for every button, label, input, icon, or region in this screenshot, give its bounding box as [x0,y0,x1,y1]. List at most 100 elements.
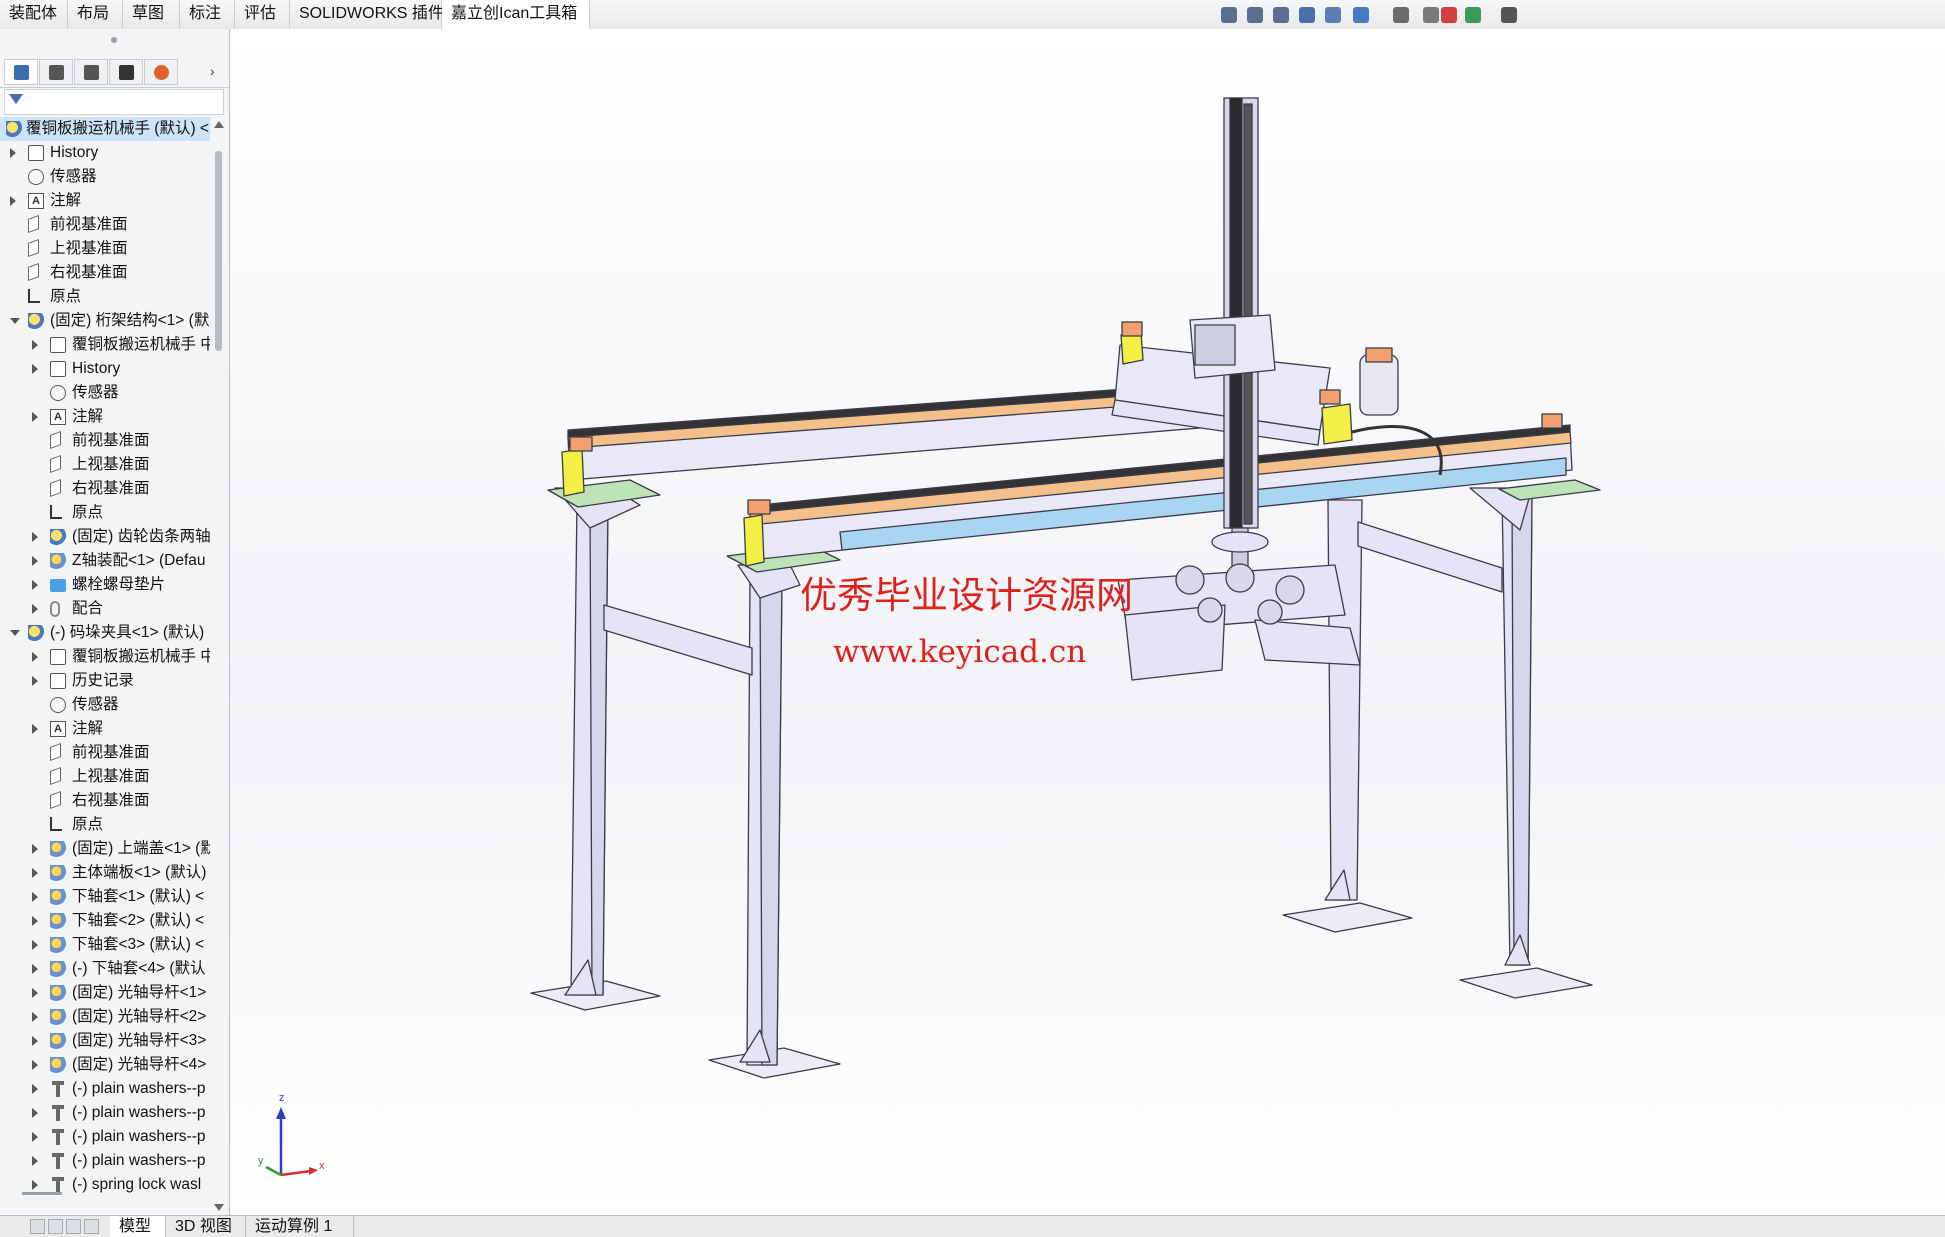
prev-tab-icon[interactable] [48,1219,63,1234]
tree-item[interactable]: 原点 [0,501,210,525]
tree-item[interactable]: (固定) 齿轮齿条两轴 [0,525,210,549]
gantry-robot-model[interactable] [230,29,1945,1215]
collapsed-arrow-icon[interactable] [32,556,38,566]
display-style-icon[interactable] [1390,4,1412,26]
scroll-up-arrow-icon[interactable] [214,121,224,128]
tree-item[interactable]: 原点 [0,813,210,837]
tree-filter[interactable] [4,89,224,115]
expanded-arrow-icon[interactable] [10,630,20,636]
collapsed-arrow-icon[interactable] [10,148,16,158]
tree-item[interactable]: 右视基准面 [0,477,210,501]
ribbon-tab-0[interactable]: 装配体 [0,0,68,28]
previous-view-icon[interactable] [1270,4,1292,26]
collapsed-arrow-icon[interactable] [32,1036,38,1046]
feature-manager-icon[interactable] [4,59,38,85]
collapsed-arrow-icon[interactable] [32,1084,38,1094]
collapsed-arrow-icon[interactable] [32,580,38,590]
dynamic-annotation-icon[interactable] [1322,4,1344,26]
collapsed-arrow-icon[interactable] [32,1012,38,1022]
tree-item[interactable]: 配合 [0,597,210,621]
scene-icon[interactable] [1462,4,1484,26]
tree-item[interactable]: (-) 码垛夹具<1> (默认) [0,621,210,645]
tree-item[interactable]: 下轴套<2> (默认) < [0,909,210,933]
scroll-down-arrow-icon[interactable] [214,1204,224,1211]
zoom-to-fit-icon[interactable] [1218,4,1240,26]
collapsed-arrow-icon[interactable] [32,604,38,614]
tree-item[interactable]: 下轴套<3> (默认) < [0,933,210,957]
tree-item[interactable]: 覆铜板搬运机械手 (默认) <默 [0,117,210,141]
collapsed-arrow-icon[interactable] [32,892,38,902]
tree-item[interactable]: (固定) 上端盖<1> (默 [0,837,210,861]
tree-item[interactable]: (固定) 光轴导杆<3> [0,1029,210,1053]
tree-item[interactable]: (固定) 桁架结构<1> (默 [0,309,210,333]
tree-item[interactable]: (固定) 光轴导杆<1> [0,981,210,1005]
tree-horizontal-scroll[interactable] [22,1192,62,1195]
tree-item[interactable]: 主体端板<1> (默认) [0,861,210,885]
tree-item[interactable]: 原点 [0,285,210,309]
edit-appearance-icon[interactable] [1438,4,1460,26]
zoom-area-icon[interactable] [1244,4,1266,26]
last-tab-icon[interactable] [84,1219,99,1234]
configuration-manager-icon[interactable] [74,59,108,85]
collapsed-arrow-icon[interactable] [32,916,38,926]
tree-item[interactable]: 前视基准面 [0,429,210,453]
tree-item[interactable]: 前视基准面 [0,741,210,765]
collapsed-arrow-icon[interactable] [32,1132,38,1142]
tree-item[interactable]: 右视基准面 [0,789,210,813]
collapse-handle[interactable] [111,37,117,43]
expanded-arrow-icon[interactable] [10,318,20,324]
ribbon-tab-6[interactable]: 嘉立创Ican工具箱 [442,0,590,29]
tree-item[interactable]: (-) plain washers--p [0,1077,210,1101]
collapsed-arrow-icon[interactable] [32,868,38,878]
tree-item[interactable]: 历史记录 [0,669,210,693]
collapsed-arrow-icon[interactable] [32,964,38,974]
collapsed-arrow-icon[interactable] [32,340,38,350]
ribbon-tab-1[interactable]: 布局 [68,0,123,28]
collapsed-arrow-icon[interactable] [32,532,38,542]
collapsed-arrow-icon[interactable] [32,364,38,374]
tree-item[interactable]: History [0,141,210,165]
view-orientation-icon[interactable] [1350,4,1372,26]
bottom-tab-2[interactable]: 运动算例 1 [246,1216,354,1237]
tree-item[interactable]: Z轴装配<1> (Defau [0,549,210,573]
first-tab-icon[interactable] [30,1219,45,1234]
tree-item[interactable]: 上视基准面 [0,453,210,477]
tree-item[interactable]: (-) plain washers--p [0,1149,210,1173]
collapsed-arrow-icon[interactable] [32,724,38,734]
next-tab-icon[interactable] [66,1219,81,1234]
collapsed-arrow-icon[interactable] [32,676,38,686]
collapsed-arrow-icon[interactable] [32,1156,38,1166]
tree-item[interactable]: A 注解 [0,717,210,741]
tree-item[interactable]: 覆铜板搬运机械手 中 [0,333,210,357]
collapsed-arrow-icon[interactable] [32,652,38,662]
tree-item[interactable]: A 注解 [0,189,210,213]
tree-item[interactable]: (固定) 光轴导杆<2> [0,1005,210,1029]
view-settings-icon[interactable] [1498,4,1520,26]
tree-item[interactable]: (固定) 光轴导杆<4> [0,1053,210,1077]
collapsed-arrow-icon[interactable] [32,940,38,950]
display-manager-icon[interactable] [144,59,178,85]
collapsed-arrow-icon[interactable] [32,412,38,422]
ribbon-tab-4[interactable]: 评估 [235,0,290,28]
bottom-tab-0[interactable]: 模型 [110,1216,166,1237]
tree-item[interactable]: 覆铜板搬运机械手 中 [0,645,210,669]
tree-item[interactable]: History [0,357,210,381]
collapsed-arrow-icon[interactable] [32,1060,38,1070]
tree-item[interactable]: 右视基准面 [0,261,210,285]
tree-item[interactable]: (-) plain washers--p [0,1125,210,1149]
tree-item[interactable]: 传感器 [0,693,210,717]
tree-item[interactable]: 下轴套<1> (默认) < [0,885,210,909]
ribbon-tab-2[interactable]: 草图 [123,0,180,28]
tree-item[interactable]: (-) plain washers--p [0,1101,210,1125]
collapsed-arrow-icon[interactable] [32,1180,38,1190]
dimxpert-icon[interactable] [109,59,143,85]
tree-item[interactable]: 螺栓螺母垫片 [0,573,210,597]
tree-item[interactable]: 上视基准面 [0,765,210,789]
collapsed-arrow-icon[interactable] [10,196,16,206]
tree-item[interactable]: (-) 下轴套<4> (默认 [0,957,210,981]
bottom-tab-1[interactable]: 3D 视图 [166,1216,246,1237]
ribbon-tab-5[interactable]: SOLIDWORKS 插件 [290,0,444,28]
collapsed-arrow-icon[interactable] [32,844,38,854]
scroll-thumb[interactable] [215,151,222,351]
tree-item[interactable]: 前视基准面 [0,213,210,237]
